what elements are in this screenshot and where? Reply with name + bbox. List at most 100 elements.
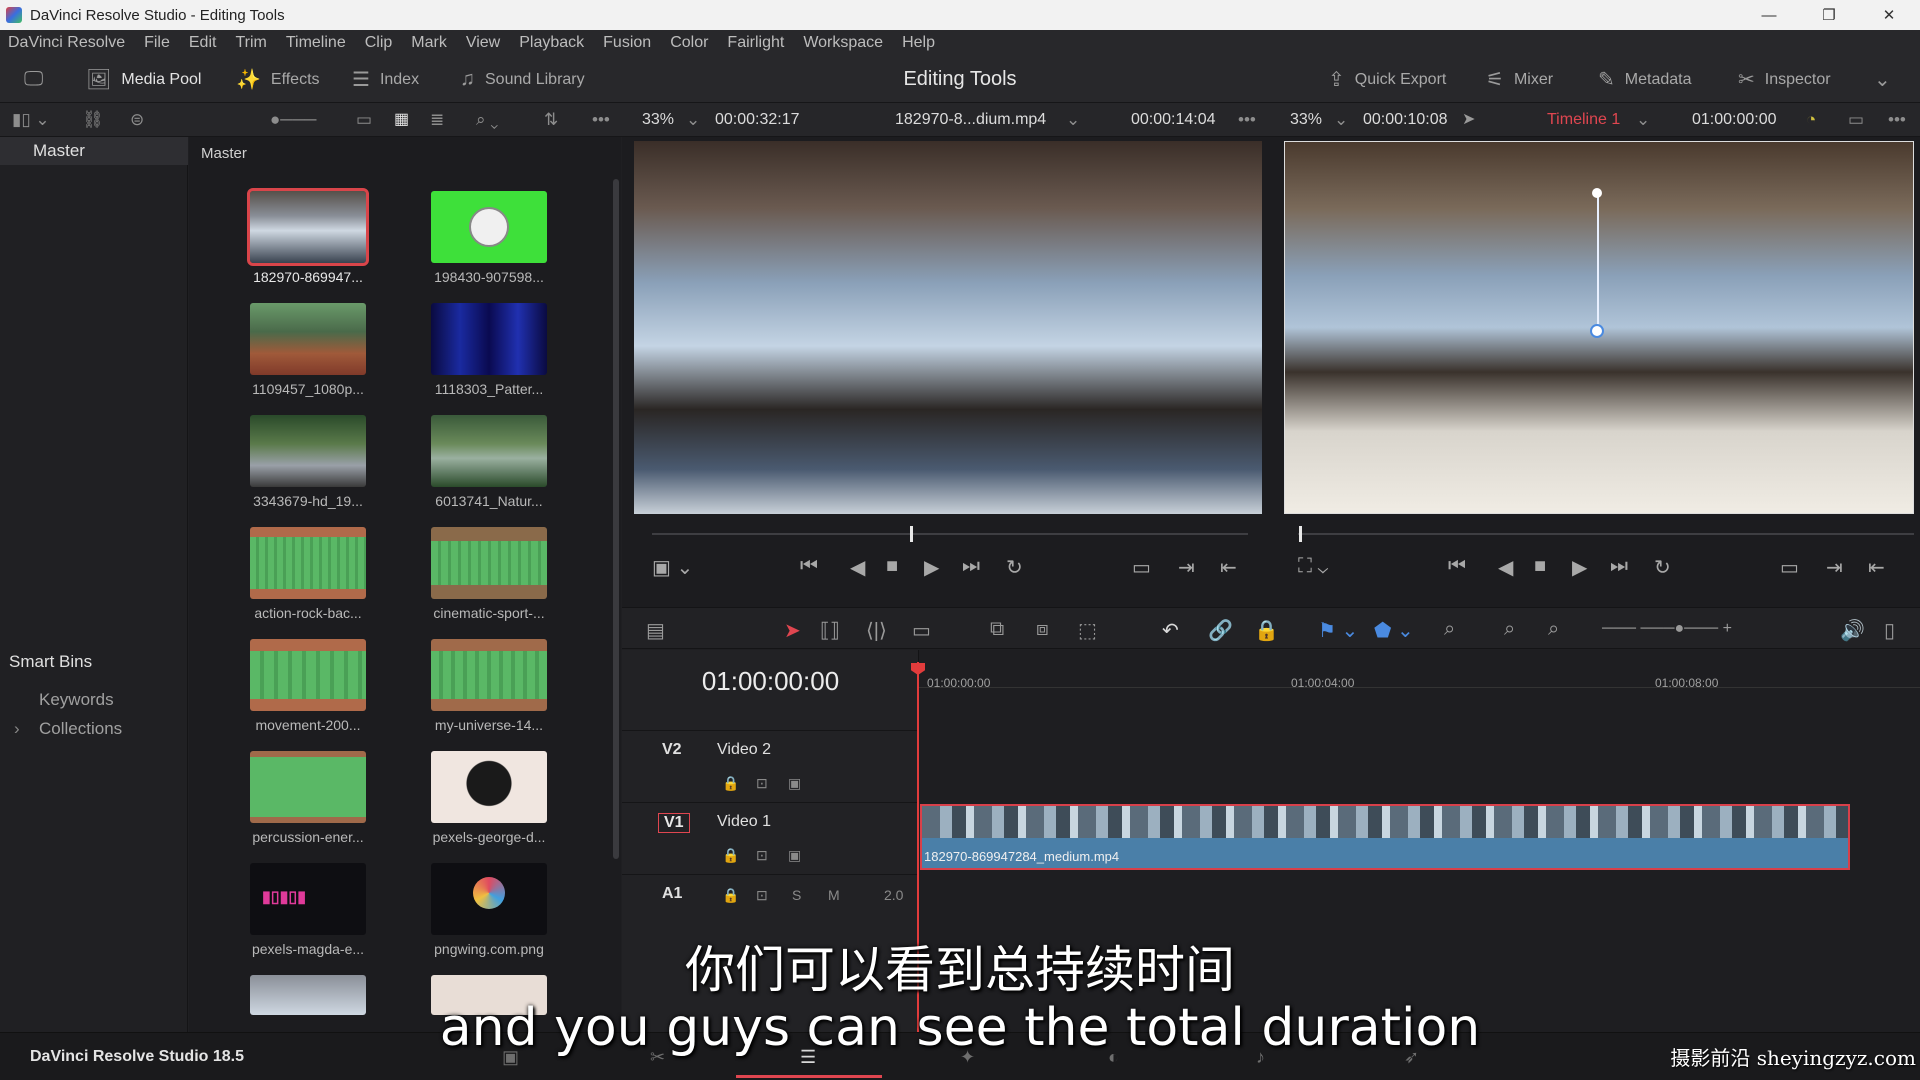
auto-select-icon[interactable]: ⊡ [756,847,768,864]
chevron-down-icon[interactable]: ⌄ [1636,103,1650,137]
bin-master[interactable]: Master [0,137,188,165]
track-name[interactable]: Video 2 [717,741,771,759]
play-icon[interactable]: ▶ [1572,555,1587,580]
pool-clip[interactable]: 3343679-hd_19... [233,415,383,525]
source-zoom[interactable]: 33% [642,103,674,137]
skip-to-end-icon[interactable]: ⏭ [1610,555,1628,578]
timeline-viewer[interactable] [1284,141,1914,514]
restore-icon[interactable]: ❐ [1806,0,1852,30]
track-enable-icon[interactable]: ▣ [788,847,801,864]
lock-icon[interactable]: 🔒 [722,887,739,904]
linked-selection-icon[interactable]: 🔗 [1208,618,1233,643]
filmstrip-view-icon[interactable]: ▭ [356,103,372,137]
timeline-playhead[interactable] [1299,526,1302,542]
replace-clip-icon[interactable]: ⬚ [1078,618,1097,643]
auto-select-icon[interactable]: ⊡ [756,887,768,904]
marker-icon[interactable]: ⬟ ⌄ [1374,618,1414,643]
menu-view[interactable]: View [466,34,500,52]
sort-icon[interactable]: ⇅ [544,103,558,137]
chevron-down-icon[interactable]: ⌄ [686,103,700,137]
more-options-icon[interactable]: ••• [592,103,610,137]
speaker-icon[interactable]: 🔊 [1840,618,1865,643]
full-zoom-icon[interactable]: ⌕ [1444,618,1455,641]
play-reverse-icon[interactable]: ◀ [850,555,865,580]
pool-clip[interactable]: percussion-ener... [233,751,383,861]
menu-help[interactable]: Help [902,34,935,52]
media-pool-button[interactable]: 🖼 Media Pool [86,56,201,103]
menu-color[interactable]: Color [670,34,708,52]
menu-mark[interactable]: Mark [411,34,447,52]
mark-out-icon[interactable]: ⇤ [1868,555,1885,580]
sound-library-button[interactable]: ♫ Sound Library [460,56,585,103]
color-picker-icon[interactable]: ◔ [1806,103,1816,137]
pool-scrollbar[interactable] [613,179,619,859]
mixer-button[interactable]: ⚟ Mixer [1486,56,1553,103]
mark-in-icon[interactable]: ⇥ [1178,555,1195,580]
overwrite-clip-icon[interactable]: ⧈ [1036,618,1049,641]
timeline-ruler[interactable]: 01:00:00:00 01:00:04:00 01:00:08:00 [919,650,1920,690]
metadata-button[interactable]: ✎ Metadata [1598,56,1691,103]
menu-fairlight[interactable]: Fairlight [727,34,784,52]
timeline-view-options-icon[interactable]: ▤ [646,618,665,643]
menu-timeline[interactable]: Timeline [286,34,346,52]
more-options-icon[interactable]: ••• [1238,103,1256,137]
pool-clip[interactable]: 1118303_Patter... [414,303,564,413]
solo-icon[interactable]: S [792,887,801,903]
timeline-clip-v1[interactable]: 182970-869947284_medium.mp4 [920,804,1850,870]
menu-playback[interactable]: Playback [519,34,584,52]
track-name[interactable]: Video 1 [717,813,771,831]
play-icon[interactable]: ▶ [924,555,939,580]
lock-icon[interactable]: 🔒 [722,847,739,864]
loop-icon[interactable]: ↻ [1006,555,1023,580]
trim-tool-icon[interactable]: ⟦⟧ [820,618,840,643]
match-frame-icon[interactable]: ▭ [1132,555,1151,580]
filter-icon[interactable]: ⊜ [130,103,144,137]
play-reverse-icon[interactable]: ◀ [1498,555,1513,580]
loop-icon[interactable]: ↻ [1654,555,1671,580]
menu-edit[interactable]: Edit [189,34,217,52]
mute-icon[interactable]: M [828,887,840,903]
pool-clip[interactable]: 182970-869947... [233,188,383,301]
insert-clip-icon[interactable]: ⧉ [990,618,1004,641]
index-button[interactable]: ☰ Index [352,56,419,103]
chevron-down-icon[interactable]: ⌄ [1334,103,1348,137]
pool-clip[interactable]: my-universe-14... [414,639,564,749]
skip-to-start-icon[interactable]: ⏮ [800,555,818,578]
timeline-zoom[interactable]: 33% [1290,103,1322,137]
blade-tool-icon[interactable]: ▭ [912,618,931,643]
position-lock-icon[interactable]: 🔒 [1254,618,1279,643]
track-enable-icon[interactable]: ▣ [788,775,801,792]
track-header-v2[interactable]: V2 Video 2 🔒 ⊡ ▣ [622,730,919,802]
pool-clip[interactable]: action-rock-bac... [233,527,383,637]
source-scrub-bar[interactable] [652,533,1248,535]
panel-layout-icon[interactable]: ▮▯ ⌄ [12,103,50,137]
mark-in-icon[interactable]: ⇥ [1826,555,1843,580]
list-view-icon[interactable]: ≣ [430,103,444,137]
pool-clip[interactable]: cinematic-sport-... [414,527,564,637]
minimize-icon[interactable]: — [1746,0,1792,30]
menu-clip[interactable]: Clip [365,34,393,52]
match-frame-icon[interactable]: ▭ [1780,555,1799,580]
snapping-icon[interactable]: ↶ [1162,618,1179,643]
stop-icon[interactable]: ■ [1534,555,1546,578]
zoom-slider[interactable]: ─── ───●─── + [1602,620,1732,638]
custom-zoom-icon[interactable]: ⌕ [1548,618,1559,641]
chevron-down-icon[interactable]: ⌄ [1066,103,1080,137]
viewer-mode-icon[interactable]: ▭ [1848,103,1864,137]
detail-zoom-icon[interactable]: ⌕ [1504,618,1515,641]
pool-clip[interactable]: movement-200... [233,639,383,749]
timeline-scrub-bar[interactable] [1298,533,1914,535]
stop-icon[interactable]: ■ [886,555,898,578]
thumbnail-size-slider[interactable]: ●─── [270,103,316,137]
transform-center-handle[interactable] [1590,324,1604,338]
dynamic-trim-icon[interactable]: ⟨|⟩ [866,618,887,643]
expand-panel-button[interactable]: ⌄ [1874,56,1891,103]
flag-icon[interactable]: ⚑ ⌄ [1318,618,1358,643]
smart-bin-collections[interactable]: Collections [39,719,122,739]
inspector-button[interactable]: ✂ Inspector [1738,56,1831,103]
selection-tool-icon[interactable]: ➤ [784,618,801,643]
monitor-toggle-button[interactable]: 🖵 [24,56,43,103]
source-playhead[interactable] [910,526,913,542]
pool-clip[interactable]: 198430-907598... [414,191,564,301]
pool-clip[interactable]: pexels-george-d... [414,751,564,861]
